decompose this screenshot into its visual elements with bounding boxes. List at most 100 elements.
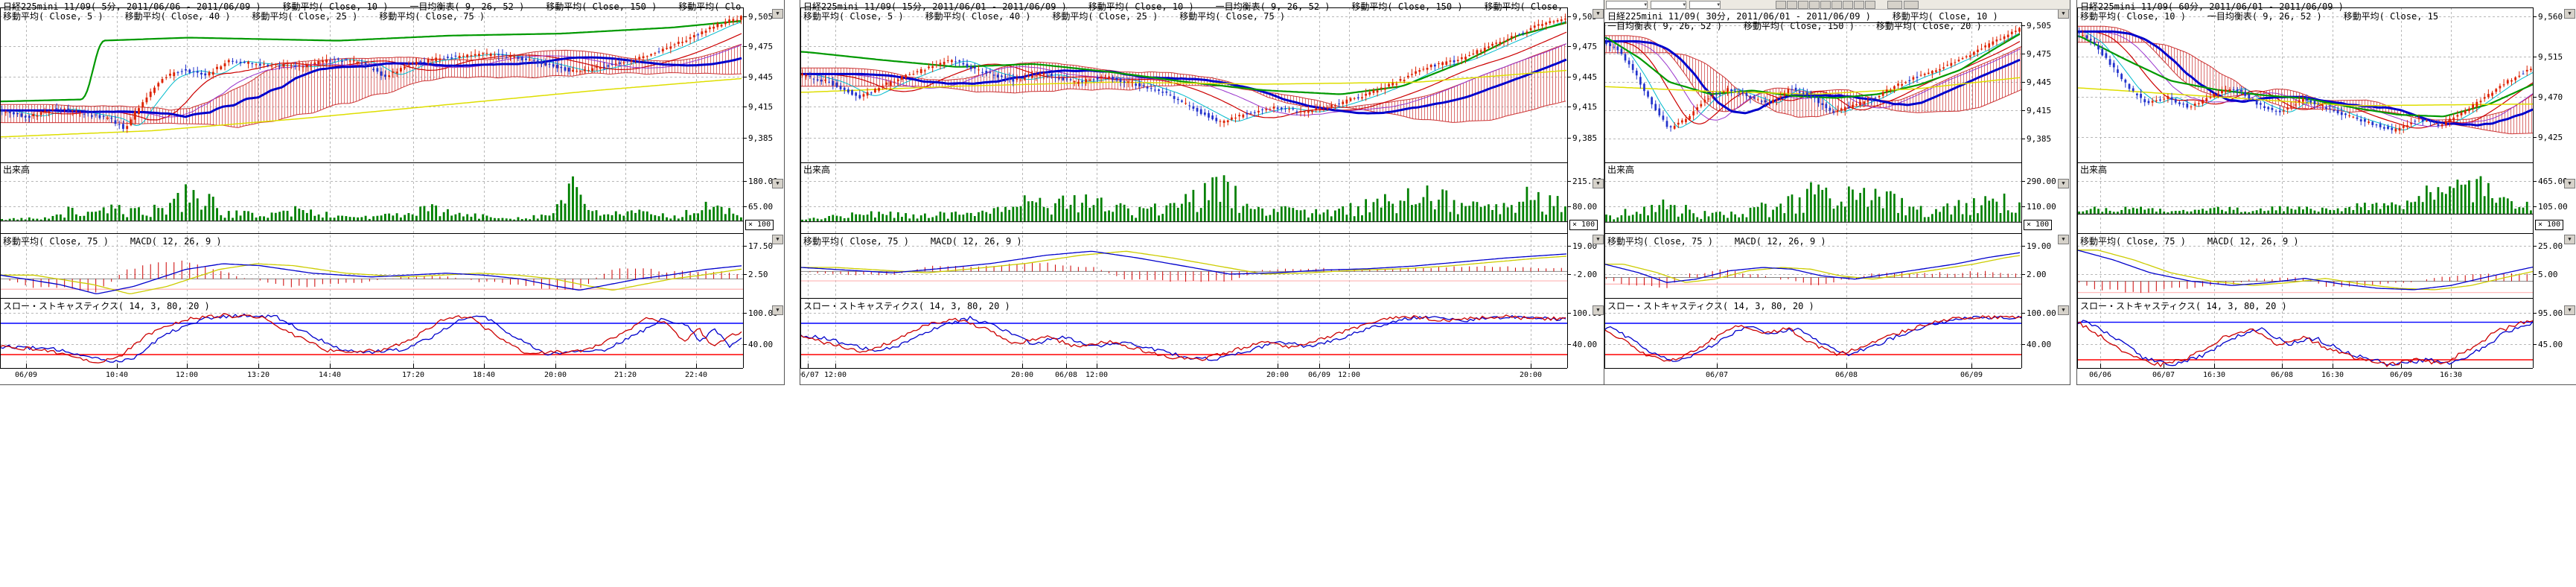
time-axis-label: 14:40 bbox=[313, 371, 346, 379]
macd-panel-label: 移動平均( Close, 75 ) MACD( 12, 26, 9 ) bbox=[2080, 235, 2299, 247]
panel-menu-button[interactable]: ▼ bbox=[2564, 235, 2575, 244]
toolbar-button[interactable] bbox=[1854, 1, 1864, 9]
toolbar-button[interactable] bbox=[1887, 1, 1902, 9]
stoch-axis-label: 40.00 bbox=[1572, 340, 1597, 349]
axis-multiplier-badge: × 100 bbox=[2535, 220, 2563, 230]
chart-header-line2: 移動平均( Close, 5 ) 移動平均( Close, 40 ) 移動平均(… bbox=[803, 10, 1566, 22]
panel-menu-button[interactable]: ▼ bbox=[2564, 305, 2575, 315]
chevron-down-icon: ▼ bbox=[1683, 1, 1686, 8]
time-axis-label: 20:00 bbox=[539, 371, 572, 379]
macd-axis-label: -2.00 bbox=[1572, 270, 1597, 279]
toolbar-button[interactable] bbox=[1904, 1, 1919, 9]
time-axis-label: 13:20 bbox=[242, 371, 275, 379]
macd-axis-label: 2.00 bbox=[2027, 270, 2047, 279]
macd-axis-label: 19.00 bbox=[2027, 241, 2051, 251]
panel-menu-button[interactable]: ▼ bbox=[1593, 179, 1604, 188]
chevron-down-icon: ▼ bbox=[773, 306, 782, 314]
toolbar-dropdown[interactable]: ▼ bbox=[1689, 1, 1721, 9]
chevron-down-icon: ▼ bbox=[773, 235, 782, 243]
panel-menu-button[interactable]: ▼ bbox=[2058, 9, 2069, 19]
time-axis-label: 06/07 bbox=[2147, 371, 2180, 379]
chart-canvas[interactable] bbox=[1604, 0, 2070, 384]
chevron-down-icon: ▼ bbox=[1593, 10, 1603, 17]
price-axis-label: 9,415 bbox=[1572, 102, 1597, 112]
stoch-axis-label: 45.00 bbox=[2538, 340, 2563, 349]
volume-panel-label: 出来高 bbox=[3, 163, 30, 176]
volume-axis-label: 65.00 bbox=[748, 202, 773, 212]
time-axis-label: 18:40 bbox=[468, 371, 500, 379]
price-axis-label: 9,415 bbox=[748, 102, 773, 112]
panel-menu-button[interactable]: ▼ bbox=[1593, 235, 1604, 244]
chevron-down-icon: ▼ bbox=[2565, 10, 2575, 17]
volume-axis-label: 105.00 bbox=[2538, 202, 2568, 212]
panel-menu-button[interactable]: ▼ bbox=[1593, 305, 1604, 315]
panel-menu-button[interactable]: ▼ bbox=[2564, 9, 2575, 19]
macd-axis-label: 17.50 bbox=[748, 241, 773, 251]
toolbar-button[interactable] bbox=[1776, 1, 1786, 9]
chevron-down-icon: ▼ bbox=[773, 180, 782, 187]
chevron-down-icon: ▼ bbox=[2565, 180, 2575, 187]
time-axis-label: 06/08 bbox=[2266, 371, 2298, 379]
chart-header-line2: 一目均衡表( 9, 26, 52 ) 移動平均( Close, 150 ) 移動… bbox=[1607, 19, 2020, 32]
chart-toolbar: ▼▼▼ bbox=[1604, 0, 2070, 10]
time-axis-label: 06/09 bbox=[1955, 371, 1988, 379]
chart-canvas[interactable] bbox=[0, 0, 784, 384]
toolbar-button[interactable] bbox=[1865, 1, 1875, 9]
toolbar-button[interactable] bbox=[1831, 1, 1842, 9]
price-axis-label: 9,385 bbox=[748, 133, 773, 143]
price-axis-label: 9,515 bbox=[2538, 52, 2563, 62]
panel-menu-button[interactable]: ▼ bbox=[772, 9, 783, 19]
price-axis-label: 9,470 bbox=[2538, 92, 2563, 102]
toolbar-button[interactable] bbox=[1843, 1, 1853, 9]
stoch-axis-label: 40.00 bbox=[2027, 340, 2051, 349]
time-axis-label: 10:40 bbox=[101, 371, 133, 379]
toolbar-button[interactable] bbox=[1787, 1, 1797, 9]
toolbar-button[interactable] bbox=[1798, 1, 1808, 9]
chart-canvas[interactable] bbox=[800, 0, 1604, 384]
panel-menu-button[interactable]: ▼ bbox=[2564, 179, 2575, 188]
macd-panel-label: 移動平均( Close, 75 ) MACD( 12, 26, 9 ) bbox=[3, 235, 222, 247]
price-axis-label: 9,475 bbox=[1572, 42, 1597, 51]
price-axis-label: 9,445 bbox=[1572, 72, 1597, 82]
price-axis-label: 9,475 bbox=[2027, 49, 2051, 59]
panel-menu-button[interactable]: ▼ bbox=[772, 179, 783, 188]
time-axis-label: 20:00 bbox=[1514, 371, 1547, 379]
chevron-down-icon: ▼ bbox=[2059, 235, 2068, 243]
time-axis-label: 06/09 bbox=[10, 371, 42, 379]
chart-canvas[interactable] bbox=[2077, 0, 2576, 384]
panel-menu-button[interactable]: ▼ bbox=[2058, 305, 2069, 315]
stoch-panel-label: スロー・ストキャスティクス( 14, 3, 80, 20 ) bbox=[2080, 299, 2287, 312]
trading-app-desktop: { "app": {"background": "#ffffff"}, "col… bbox=[0, 0, 2576, 587]
toolbar-dropdown[interactable]: ▼ bbox=[1606, 1, 1648, 9]
chart-window-60min: 日経225mini 11/09( 60分, 2011/06/01 - 2011/… bbox=[2077, 0, 2576, 384]
axis-multiplier-badge: × 100 bbox=[2024, 220, 2052, 230]
volume-panel-label: 出来高 bbox=[803, 163, 830, 176]
time-axis-label: 20:00 bbox=[1261, 371, 1294, 379]
chart-header-line2: 移動平均( Close, 10 ) 一目均衡表( 9, 26, 52 ) 移動平… bbox=[2080, 10, 2531, 22]
volume-axis-label: 465.00 bbox=[2538, 177, 2568, 186]
time-axis-label: 06/07 bbox=[1700, 371, 1733, 379]
panel-menu-button[interactable]: ▼ bbox=[2058, 179, 2069, 188]
toolbar-button[interactable] bbox=[1820, 1, 1831, 9]
volume-axis-label: 80.00 bbox=[1572, 202, 1597, 212]
panel-menu-button[interactable]: ▼ bbox=[2058, 235, 2069, 244]
chevron-down-icon: ▼ bbox=[2059, 180, 2068, 187]
chevron-down-icon: ▼ bbox=[773, 10, 782, 17]
axis-multiplier-badge: × 100 bbox=[1569, 220, 1598, 230]
price-axis-label: 9,385 bbox=[1572, 133, 1597, 143]
panel-menu-button[interactable]: ▼ bbox=[772, 235, 783, 244]
stoch-axis-label: 100.00 bbox=[2027, 308, 2056, 318]
time-axis-label: 17:20 bbox=[397, 371, 430, 379]
price-axis-label: 9,425 bbox=[2538, 133, 2563, 142]
panel-menu-button[interactable]: ▼ bbox=[1593, 9, 1604, 19]
stoch-axis-label: 95.00 bbox=[2538, 308, 2563, 318]
toolbar-button[interactable] bbox=[1809, 1, 1820, 9]
chevron-down-icon: ▼ bbox=[2059, 306, 2068, 314]
panel-menu-button[interactable]: ▼ bbox=[772, 305, 783, 315]
macd-panel-label: 移動平均( Close, 75 ) MACD( 12, 26, 9 ) bbox=[1607, 235, 1826, 247]
macd-panel-label: 移動平均( Close, 75 ) MACD( 12, 26, 9 ) bbox=[803, 235, 1022, 247]
chevron-down-icon: ▼ bbox=[1593, 235, 1603, 243]
price-axis-label: 9,415 bbox=[2027, 106, 2051, 115]
toolbar-dropdown[interactable]: ▼ bbox=[1651, 1, 1686, 9]
chart-window-30min: ▼▼▼日経225mini 11/09( 30分, 2011/06/01 - 20… bbox=[1604, 0, 2070, 384]
